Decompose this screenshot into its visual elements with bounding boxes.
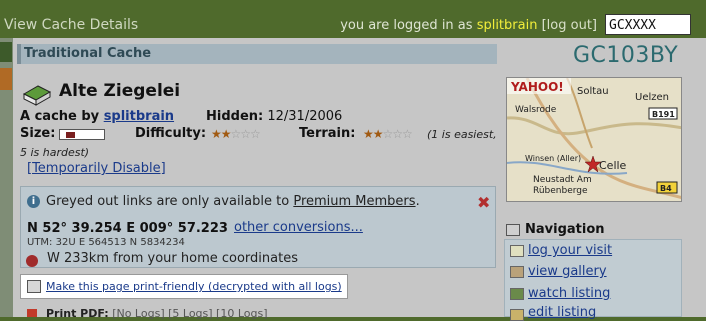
hidden-date-line: Hidden: 12/31/2006 xyxy=(206,109,342,124)
terrain-stars: ★★☆☆☆ xyxy=(363,127,413,141)
premium-members-link[interactable]: Premium Members xyxy=(293,194,415,209)
nav-view-gallery[interactable]: view gallery xyxy=(528,264,607,279)
traditional-cache-icon xyxy=(22,85,52,106)
navigation-title: Navigation xyxy=(525,222,605,237)
username-link[interactable]: splitbrain xyxy=(477,18,538,33)
sidebar-tab-orange[interactable] xyxy=(0,68,12,90)
edit-icon xyxy=(510,309,524,321)
coordinates: N 52° 39.254 E 009° 57.223 xyxy=(27,221,228,236)
map-town: Neustadt Am xyxy=(533,175,592,185)
temporarily-disable-link[interactable]: [Temporarily Disable] xyxy=(27,161,166,176)
terrain-label: Terrain: xyxy=(299,126,356,141)
cache-owner-line: A cache by splitbrain xyxy=(20,109,174,124)
search-input[interactable]: GCXXXX xyxy=(605,14,691,35)
map-town: Winsen (Aller) xyxy=(525,154,581,163)
premium-notice-text: Greyed out links are only available to xyxy=(46,194,290,209)
print-pdf-options[interactable]: [No Logs] [5 Logs] [10 Logs] xyxy=(112,307,267,320)
cache-code: GC103BY xyxy=(573,43,679,68)
scale-note-continued: 5 is hardest) xyxy=(20,146,90,159)
pencil-icon xyxy=(510,245,524,257)
print-pdf-line: Print PDF: [No Logs] [5 Logs] [10 Logs] xyxy=(46,307,268,320)
hidden-label: Hidden: xyxy=(206,109,264,124)
login-prefix: you are logged in as xyxy=(340,18,473,33)
cache-name: Alte Ziegelei xyxy=(59,81,181,101)
close-icon[interactable]: ✖ xyxy=(477,193,490,212)
map-town: Soltau xyxy=(577,86,609,97)
scale-note: (1 is easiest, xyxy=(427,128,497,141)
page-section-title: View Cache Details xyxy=(4,17,139,33)
print-pdf-label: Print PDF: xyxy=(46,307,109,320)
premium-notice-suffix: . xyxy=(415,194,420,209)
map-town: Uelzen xyxy=(635,92,669,103)
map-town: Celle xyxy=(599,159,627,172)
print-friendly-link[interactable]: Make this page print-friendly (decrypted… xyxy=(46,280,342,293)
sidebar-tab[interactable] xyxy=(0,42,12,62)
nav-edit-listing[interactable]: edit listing xyxy=(528,305,596,320)
logout-link[interactable]: log out xyxy=(547,18,592,33)
printer-icon xyxy=(27,280,41,293)
login-status: you are logged in as splitbrain [log out… xyxy=(340,18,597,33)
hidden-date: 12/31/2006 xyxy=(267,109,343,124)
cache-type-label: Traditional Cache xyxy=(24,46,152,61)
map-town: Rübenberge xyxy=(533,186,588,196)
other-conversions-link[interactable]: other conversions... xyxy=(234,220,363,235)
compass-icon xyxy=(26,255,38,267)
binoculars-icon xyxy=(510,288,524,300)
size-indicator xyxy=(59,129,105,140)
map-road: B4 xyxy=(660,184,672,193)
difficulty-stars: ★★☆☆☆ xyxy=(211,127,261,141)
utm-coordinates: UTM: 32U E 564513 N 5834234 xyxy=(27,237,185,248)
gallery-icon xyxy=(510,266,524,278)
nav-watch-listing[interactable]: watch listing xyxy=(528,286,610,301)
pdf-icon xyxy=(27,309,37,317)
map-graphic: YAHOO! Soltau Walsrode Uelzen B191 Winse… xyxy=(507,78,681,201)
owner-link[interactable]: splitbrain xyxy=(104,109,174,124)
difficulty-label: Difficulty: xyxy=(135,126,207,141)
home-icon xyxy=(506,224,520,236)
size-label: Size: xyxy=(20,126,56,141)
nav-log-visit[interactable]: log your visit xyxy=(528,243,612,258)
map-town: Walsrode xyxy=(515,105,557,115)
location-map[interactable]: YAHOO! Soltau Walsrode Uelzen B191 Winse… xyxy=(506,77,682,202)
map-road: B191 xyxy=(652,110,675,119)
map-brand: YAHOO! xyxy=(510,80,564,94)
info-icon: i xyxy=(27,195,40,208)
premium-notice: Greyed out links are only available to P… xyxy=(46,194,420,209)
by-label: A cache by xyxy=(20,109,100,124)
distance-text: W 233km from your home coordinates xyxy=(47,251,298,266)
